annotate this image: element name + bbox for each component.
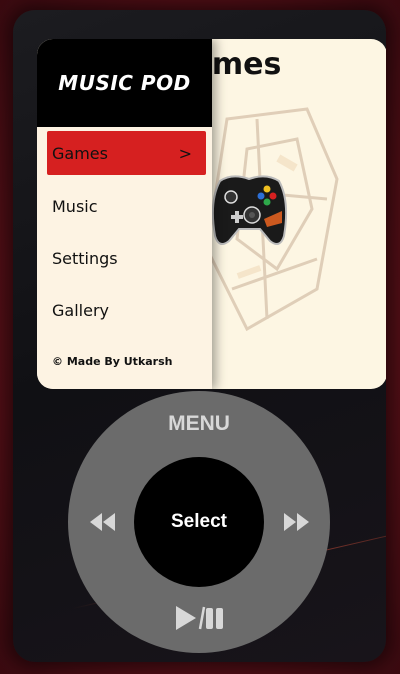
music-pod-device: Games MUSIC POD Games > Music Settings G… (13, 10, 386, 662)
menu-item-label: Games (52, 143, 108, 163)
menu-item-settings[interactable]: Settings (47, 236, 206, 280)
click-wheel[interactable]: MENU Select (68, 391, 330, 653)
menu-item-games[interactable]: Games > (47, 131, 206, 175)
play-pause-icon[interactable] (174, 605, 226, 631)
menu-item-gallery[interactable]: Gallery (47, 288, 206, 332)
menu-item-label: Music (52, 196, 98, 216)
screen: Games MUSIC POD Games > Music Settings G… (37, 39, 386, 389)
select-button[interactable]: Select (134, 457, 264, 587)
menu-item-label: Settings (52, 248, 118, 268)
fast-forward-icon[interactable] (283, 511, 311, 533)
rewind-icon[interactable] (88, 511, 116, 533)
app-title: MUSIC POD (37, 39, 212, 127)
footer-credit: © Made By Utkarsh (52, 355, 173, 368)
menu-item-music[interactable]: Music (47, 184, 206, 228)
side-menu: MUSIC POD Games > Music Settings Gallery… (37, 39, 212, 389)
menu-item-label: Gallery (52, 300, 109, 320)
chevron-right-icon: > (178, 143, 192, 163)
menu-button[interactable]: MENU (68, 412, 330, 436)
game-controller-icon (212, 175, 287, 246)
